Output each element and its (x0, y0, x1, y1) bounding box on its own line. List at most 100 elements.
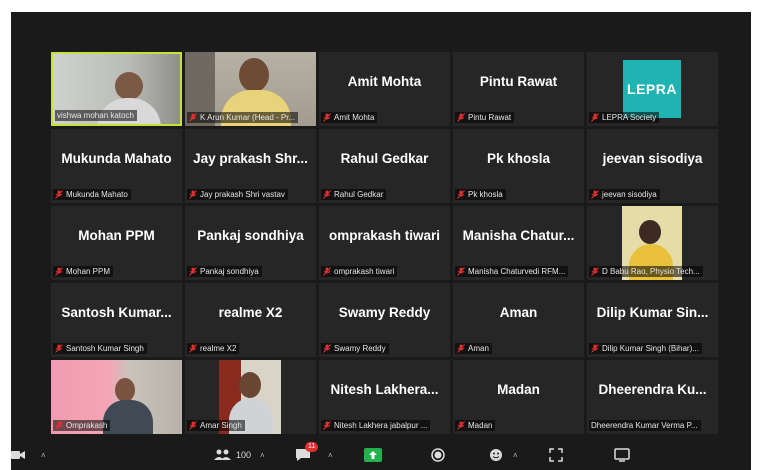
muted-mic-icon (457, 267, 465, 276)
participant-label-text: jeevan sisodiya (602, 190, 657, 199)
apps-button[interactable] (549, 445, 563, 465)
participant-display-name: Swamy Reddy (338, 305, 431, 320)
participant-name-label: Jay prakash Shri vastav (187, 189, 288, 200)
meeting-toolbar: ˄ 100 ˄ 11 ˄ ˄ (11, 440, 751, 470)
participant-name-label: jeevan sisodiya (589, 189, 660, 200)
participant-display-name: jeevan sisodiya (602, 151, 703, 166)
participant-label-text: Nitesh Lakhera jabalpur ... (334, 421, 428, 430)
chat-caret[interactable]: ˄ (328, 445, 333, 465)
muted-mic-icon (55, 267, 63, 276)
muted-mic-icon (323, 267, 331, 276)
participant-name-label: Pankaj sondhiya (187, 266, 262, 277)
participant-label-text: Dilip Kumar Singh (Bihar)... (602, 344, 699, 353)
participant-display-name: Santosh Kumar... (61, 305, 172, 320)
participant-tile[interactable]: LEPRA LEPRA Society (587, 52, 718, 126)
participant-name-label: Pk khosla (455, 189, 506, 200)
video-options-caret[interactable]: ˄ (41, 445, 46, 465)
participant-tile[interactable]: Swamy Reddy Swamy Reddy (319, 283, 450, 357)
muted-mic-icon (591, 267, 599, 276)
participant-label-text: Santosh Kumar Singh (66, 344, 144, 353)
participant-name-label: Dheerendra Kumar Verma P... (589, 420, 701, 431)
participant-name-label: Omprakash (53, 420, 111, 431)
muted-mic-icon (457, 190, 465, 199)
participant-tile[interactable]: Madan Madan (453, 360, 584, 434)
participants-caret[interactable]: ˄ (260, 445, 265, 465)
participant-tile[interactable]: Manisha Chatur... Manisha Chaturvedi RFM.… (453, 206, 584, 280)
participant-display-name: Mukunda Mahato (61, 151, 172, 166)
chat-button[interactable]: 11 (295, 442, 319, 465)
reactions-button[interactable] (489, 445, 503, 465)
participants-icon (214, 449, 231, 460)
participant-tile[interactable]: Pk khosla Pk khosla (453, 129, 584, 203)
participant-display-name: Amit Mohta (347, 74, 422, 89)
expand-corners-icon (549, 448, 563, 462)
participant-display-name: Pankaj sondhiya (197, 228, 304, 243)
participant-tile[interactable]: Mukunda Mahato Mukunda Mahato (51, 129, 182, 203)
participant-name-label: vishwa mohan katoch (55, 110, 137, 121)
participant-tile[interactable]: D Babu Rao, Physio Tech... (587, 206, 718, 280)
participant-tile[interactable]: jeevan sisodiya jeevan sisodiya (587, 129, 718, 203)
muted-mic-icon (189, 113, 197, 122)
participant-name-label: realme X2 (187, 343, 240, 354)
muted-mic-icon (591, 344, 599, 353)
participant-label-text: Amar Singh (200, 421, 242, 430)
participant-name-label: Amit Mohta (321, 112, 378, 123)
participant-tile[interactable]: omprakash tiwari omprakash tiwari (319, 206, 450, 280)
participant-display-name: Dilip Kumar Sin... (596, 305, 709, 320)
participant-label-text: Mukunda Mahato (66, 190, 128, 199)
muted-mic-icon (457, 113, 465, 122)
participant-tile[interactable]: Dilip Kumar Sin... Dilip Kumar Singh (Bih… (587, 283, 718, 357)
participant-label-text: Pankaj sondhiya (200, 267, 259, 276)
participant-label-text: K Arun Kumar (Head - Pr... (200, 113, 296, 122)
participant-tile[interactable]: Dheerendra Ku... Dheerendra Kumar Verma P… (587, 360, 718, 434)
muted-mic-icon (591, 190, 599, 199)
participants-count: 100 (236, 450, 252, 460)
participant-tile[interactable]: Pankaj sondhiya Pankaj sondhiya (185, 206, 316, 280)
reactions-caret[interactable]: ˄ (513, 445, 518, 465)
participant-tile[interactable]: vishwa mohan katoch (51, 52, 182, 126)
muted-mic-icon (323, 344, 331, 353)
video-button[interactable] (11, 445, 25, 465)
participant-name-label: D Babu Rao, Physio Tech... (589, 266, 703, 277)
participant-tile[interactable]: Amar Singh (185, 360, 316, 434)
participant-label-text: Dheerendra Kumar Verma P... (591, 421, 698, 430)
meeting-window: vishwa mohan katoch K Arun Kumar (Head - … (11, 12, 751, 470)
participant-display-name: Manisha Chatur... (462, 228, 575, 243)
participant-tile[interactable]: Aman Aman (453, 283, 584, 357)
participant-tile[interactable]: realme X2 realme X2 (185, 283, 316, 357)
participant-tile[interactable]: Nitesh Lakhera... Nitesh Lakhera jabalpur… (319, 360, 450, 434)
participant-name-label: Manisha Chaturvedi RFM... (455, 266, 569, 277)
participant-label-text: Madan (468, 421, 493, 430)
muted-mic-icon (591, 113, 599, 122)
lepra-logo: LEPRA (623, 60, 681, 118)
participant-name-label: Swamy Reddy (321, 343, 389, 354)
muted-mic-icon (457, 421, 465, 430)
participant-label-text: Pintu Rawat (468, 113, 512, 122)
participant-tile[interactable]: Amit Mohta Amit Mohta (319, 52, 450, 126)
muted-mic-icon (323, 421, 331, 430)
whiteboard-button[interactable] (614, 445, 630, 465)
participant-display-name: Mohan PPM (78, 228, 155, 243)
record-button[interactable] (431, 445, 445, 465)
participant-name-label: Mohan PPM (53, 266, 114, 277)
participant-tile[interactable]: Rahul Gedkar Rahul Gedkar (319, 129, 450, 203)
share-screen-button[interactable] (364, 445, 382, 465)
participant-name-label: Aman (455, 343, 492, 354)
participant-display-name: Madan (497, 382, 540, 397)
participant-label-text: Swamy Reddy (334, 344, 386, 353)
participant-label-text: Pk khosla (468, 190, 503, 199)
participant-label-text: D Babu Rao, Physio Tech... (602, 267, 700, 276)
participant-display-name: Nitesh Lakhera... (330, 382, 439, 397)
participant-tile[interactable]: K Arun Kumar (Head - Pr... (185, 52, 316, 126)
participant-tile[interactable]: Jay prakash Shr... Jay prakash Shri vasta… (185, 129, 316, 203)
participant-tile[interactable]: Mohan PPM Mohan PPM (51, 206, 182, 280)
participant-tile[interactable]: Pintu Rawat Pintu Rawat (453, 52, 584, 126)
chat-badge: 11 (305, 442, 319, 452)
participant-tile[interactable]: Omprakash (51, 360, 182, 434)
participant-display-name: Pk khosla (486, 151, 551, 166)
muted-mic-icon (55, 190, 63, 199)
participant-name-label: Dilip Kumar Singh (Bihar)... (589, 343, 702, 354)
participants-button[interactable]: 100 (214, 445, 251, 465)
participant-tile[interactable]: Santosh Kumar... Santosh Kumar Singh (51, 283, 182, 357)
participant-name-label: omprakash tiwari (321, 266, 398, 277)
